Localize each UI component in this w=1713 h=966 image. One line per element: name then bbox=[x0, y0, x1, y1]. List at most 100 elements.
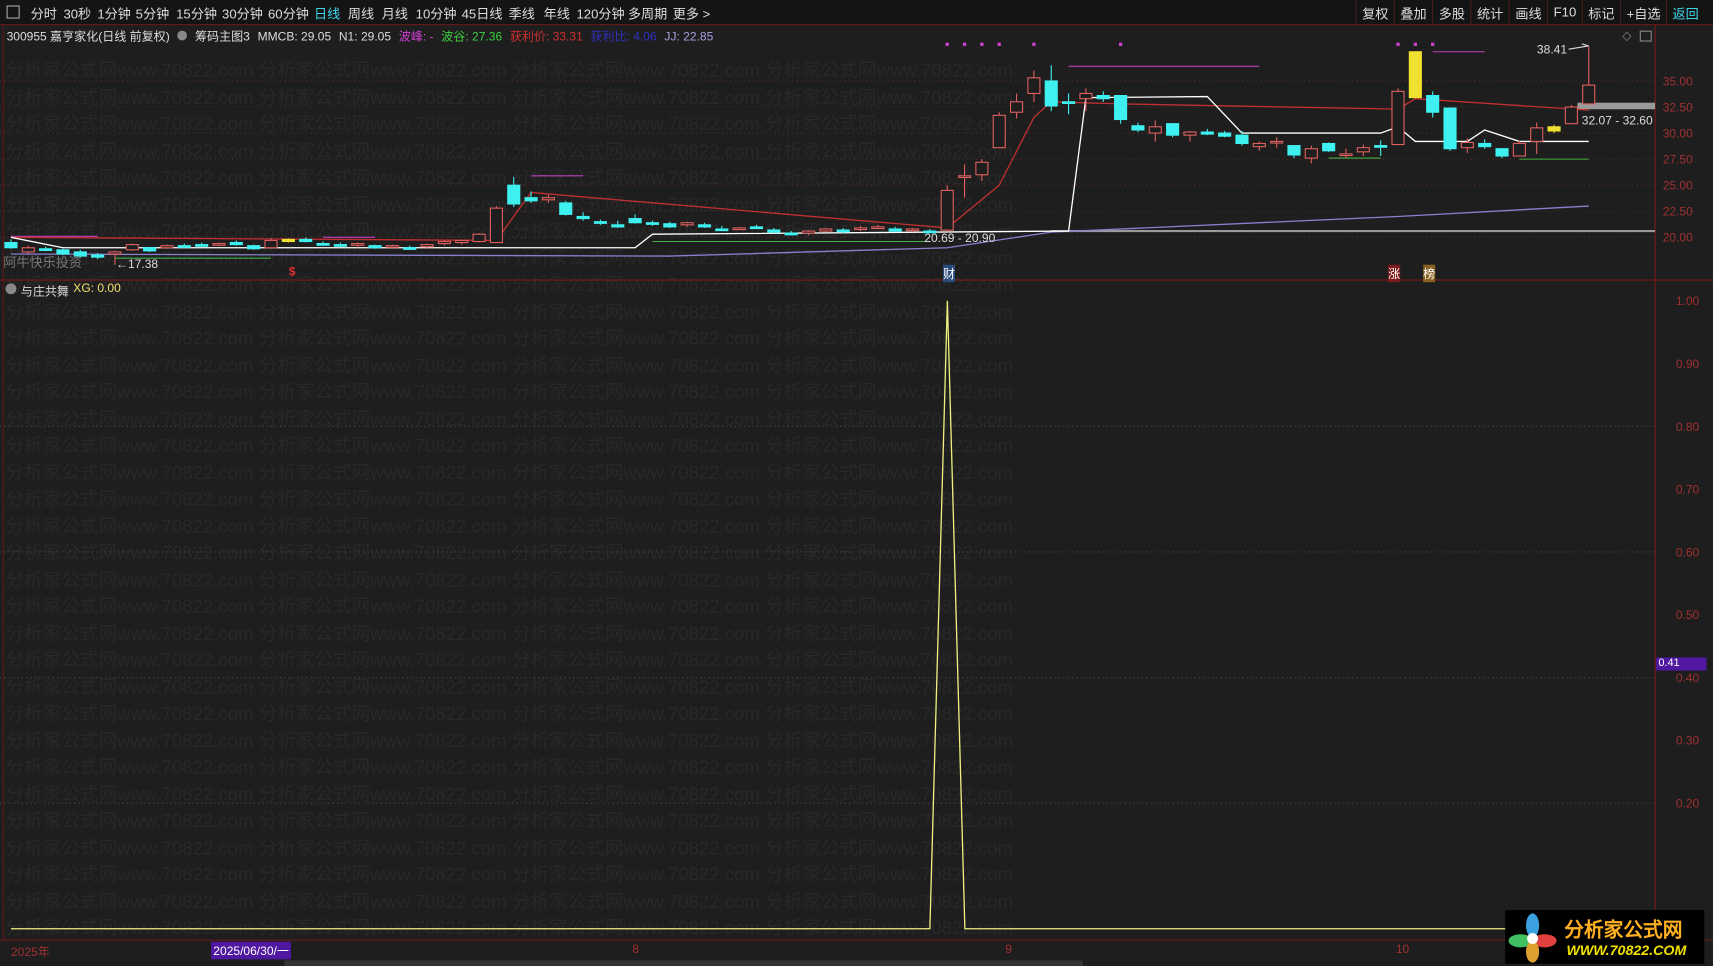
indicator-tick-label: 0.30 bbox=[1676, 734, 1700, 748]
candle-body bbox=[229, 241, 243, 246]
candle-body bbox=[39, 248, 53, 251]
cursor-date: 2025/06/30/一 bbox=[211, 941, 292, 960]
candle-body bbox=[1460, 141, 1474, 149]
candle-body bbox=[1218, 132, 1232, 137]
candle-body bbox=[21, 247, 35, 253]
candle-body bbox=[1495, 148, 1509, 157]
candle-body bbox=[91, 254, 105, 258]
candle-body bbox=[784, 232, 798, 236]
candle-body bbox=[125, 244, 139, 251]
low-price-label: ←17.38 bbox=[115, 258, 159, 272]
current-value-tag: 0.41 bbox=[1656, 657, 1707, 671]
candle-body bbox=[853, 227, 868, 231]
price-tick-label: 20.00 bbox=[1663, 231, 1693, 245]
finance-marker[interactable]: 财 bbox=[942, 264, 955, 283]
candle-body bbox=[1200, 131, 1214, 135]
candle-body bbox=[403, 247, 417, 250]
candle-body bbox=[663, 223, 677, 228]
range-label-2: 32.07 - 32.60 bbox=[1581, 114, 1653, 128]
candle-body bbox=[143, 247, 157, 252]
candle-body bbox=[749, 226, 764, 230]
candle-body bbox=[1148, 126, 1162, 134]
signal-dot bbox=[1413, 42, 1417, 46]
candle-body bbox=[1252, 142, 1266, 148]
candle-body bbox=[1530, 127, 1544, 142]
indicator-tick-label: 0.60 bbox=[1676, 545, 1700, 559]
limit-up-marker[interactable]: 涨 bbox=[1388, 264, 1401, 283]
ranking-marker[interactable]: 榜 bbox=[1423, 264, 1436, 283]
horizontal-scrollbar[interactable] bbox=[284, 960, 1083, 966]
candle-body bbox=[680, 222, 694, 226]
candle-body bbox=[489, 207, 503, 244]
collapse-indicator-icon[interactable] bbox=[5, 283, 17, 295]
candle-body bbox=[1166, 123, 1180, 136]
diamond-icon[interactable]: ◇ bbox=[1622, 28, 1631, 43]
brand-label: 阿牛快乐投资 bbox=[3, 254, 83, 271]
window-icon[interactable] bbox=[1639, 30, 1652, 42]
candle-body bbox=[299, 238, 313, 243]
candle-body bbox=[888, 228, 902, 232]
candle-body bbox=[177, 245, 191, 248]
candle-body bbox=[1027, 77, 1041, 95]
candle-body bbox=[1564, 106, 1578, 125]
candle-body bbox=[507, 184, 521, 205]
xg-line bbox=[10, 300, 1506, 930]
price-tick-label: 32.50 bbox=[1663, 100, 1693, 114]
dollar-marker[interactable]: $ bbox=[289, 266, 296, 279]
date-axis: 2025年 2025/06/30/一 8 9 10 bbox=[0, 939, 1713, 961]
candle-body bbox=[420, 244, 434, 248]
candle-body bbox=[1582, 84, 1596, 105]
logo-url: WWW.70822.COM bbox=[1566, 941, 1687, 959]
candle-body bbox=[472, 233, 486, 243]
candle-body bbox=[264, 239, 278, 249]
candle-body bbox=[940, 189, 954, 231]
candle-body bbox=[108, 251, 122, 255]
candle-body bbox=[732, 227, 746, 231]
price-tick-label: 25.00 bbox=[1663, 179, 1693, 193]
candle-body bbox=[351, 243, 365, 246]
signal-dot bbox=[1396, 42, 1400, 46]
candle-body bbox=[611, 224, 625, 228]
candle-body bbox=[697, 224, 712, 228]
site-logo: 分析家公式网 WWW.70822.COM bbox=[1505, 910, 1705, 964]
candle-body bbox=[1062, 101, 1076, 104]
candle-body bbox=[1478, 142, 1492, 148]
candle-body bbox=[455, 239, 469, 244]
candle-body bbox=[524, 197, 538, 202]
stock-chart-window: 分时 30秒 1分钟 5分钟 15分钟 30分钟 60分钟 日线 周线 月线 10分钟 45日线 季线年… bbox=[0, 0, 1713, 966]
candle-body bbox=[281, 238, 295, 243]
candle-body bbox=[836, 229, 850, 233]
candle-body bbox=[628, 218, 642, 224]
candle-body bbox=[1304, 148, 1318, 159]
indicator-tick-label: 0.40 bbox=[1676, 671, 1700, 685]
candle-body bbox=[1339, 153, 1353, 157]
candle-body bbox=[385, 245, 399, 248]
chart-canvas[interactable]: 35.00 32.50 30.00 27.50 25.00 22.50 20.00 1.00 0… bbox=[0, 0, 1713, 966]
candle-body bbox=[1131, 125, 1145, 131]
price-tick-label: 22.50 bbox=[1663, 205, 1693, 219]
candle-body bbox=[767, 229, 781, 233]
candle-body bbox=[559, 202, 573, 215]
high-arrow-icon bbox=[1568, 43, 1589, 50]
price-tick-label: 27.50 bbox=[1663, 153, 1693, 167]
candle-body bbox=[1391, 90, 1405, 146]
indicator-tick-label: 0.20 bbox=[1676, 797, 1700, 811]
candle-body bbox=[247, 245, 261, 250]
indicator-tick-label: 0.50 bbox=[1676, 608, 1700, 622]
candle-body bbox=[1322, 142, 1336, 152]
lower-indicator-title[interactable]: 与庄共舞 bbox=[21, 282, 69, 300]
high-price-label: 38.41 bbox=[1536, 43, 1568, 57]
candle-body bbox=[1235, 134, 1249, 145]
candle-body bbox=[957, 175, 972, 179]
signal-dot bbox=[1118, 42, 1123, 46]
candle-body bbox=[1287, 145, 1301, 156]
indicator-tick-label: 1.00 bbox=[1676, 294, 1700, 308]
chip-line bbox=[10, 95, 1589, 249]
candle-body bbox=[437, 240, 451, 245]
candle-body bbox=[1547, 126, 1561, 132]
candle-body bbox=[333, 244, 347, 247]
signal-dot bbox=[997, 42, 1001, 46]
candle-body bbox=[1044, 80, 1058, 107]
candle-body bbox=[160, 245, 174, 249]
price-tick-label: 30.00 bbox=[1663, 126, 1693, 140]
